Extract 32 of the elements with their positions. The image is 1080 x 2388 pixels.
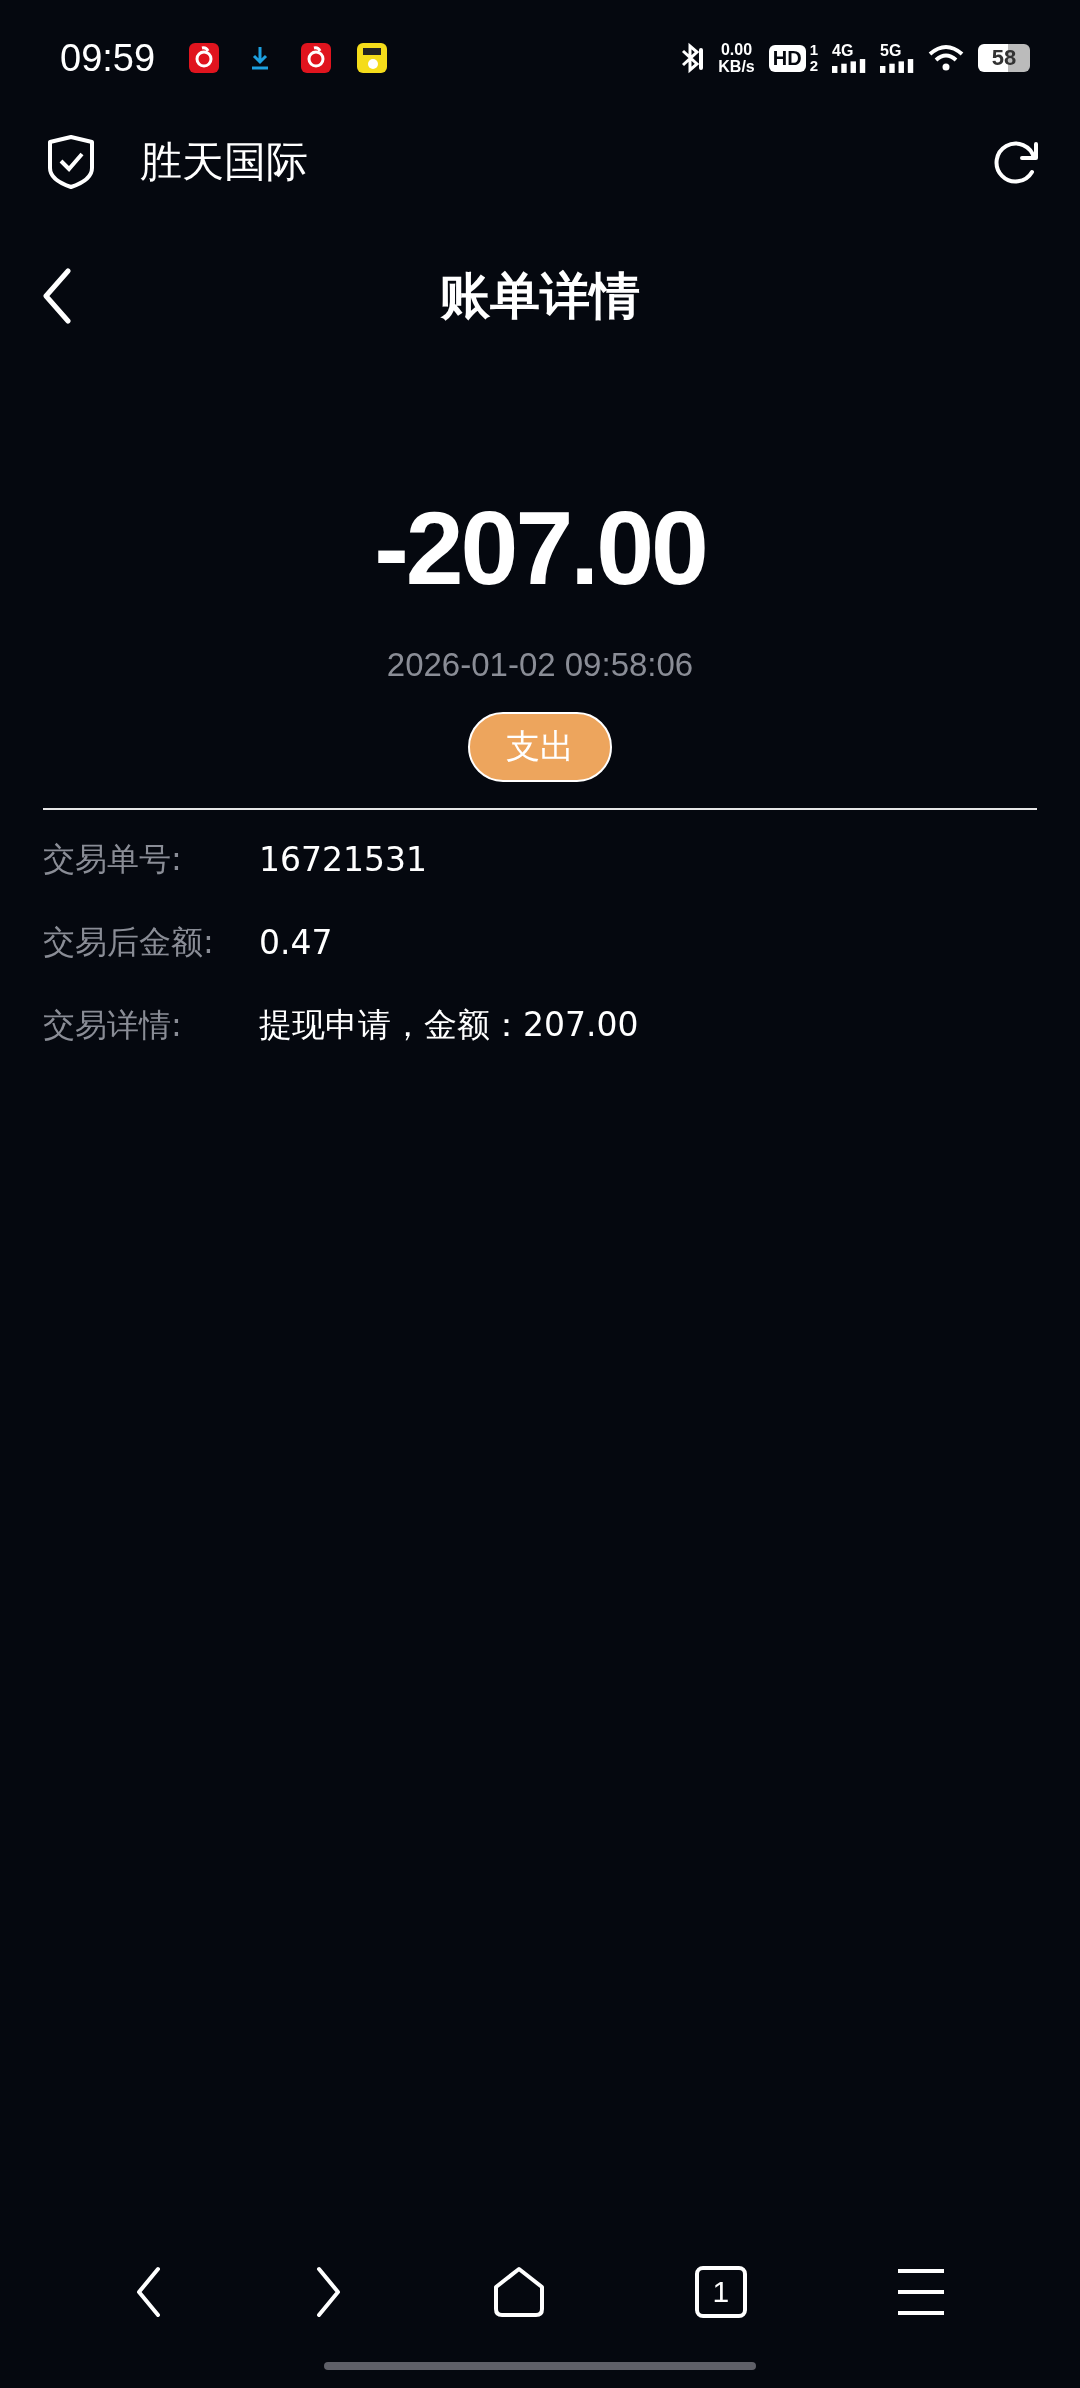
bill-amount: -207.00 (374, 489, 706, 608)
detail-label: 交易后金额: (43, 921, 215, 963)
network-type: 4G (832, 43, 854, 59)
hd-badge: HD (768, 44, 806, 72)
tabs-button[interactable]: 1 (694, 2266, 747, 2318)
shield-check-icon[interactable] (46, 134, 96, 190)
wifi-icon (928, 44, 964, 72)
sim-number: 2 (809, 58, 818, 74)
sim-number: 1 (809, 42, 818, 58)
back-icon[interactable] (42, 268, 72, 324)
video-app-icon (357, 43, 388, 73)
bluetooth-icon (680, 42, 705, 74)
status-time: 09:59 (60, 36, 156, 80)
signal-icon (832, 59, 866, 73)
menu-icon[interactable] (895, 2267, 946, 2317)
speed-unit: KB/s (718, 58, 755, 75)
site-title: 胜天国际 (140, 136, 309, 188)
page-title: 账单详情 (440, 265, 640, 327)
detail-value: 提现申请，金额：207.00 (259, 1004, 639, 1046)
bill-time: 2026-01-02 09:58:06 (386, 646, 694, 684)
detail-value: 16721531 (259, 840, 427, 879)
music-app-icon (189, 43, 220, 73)
detail-value: 0.47 (259, 923, 333, 962)
speed-value: 0.00 (720, 41, 753, 58)
music-app-icon (301, 43, 332, 73)
detail-label: 交易单号: (43, 838, 183, 880)
type-tag: 支出 (468, 712, 612, 782)
battery-icon: 58 (978, 44, 1030, 72)
home-icon[interactable] (492, 2265, 546, 2319)
detail-label: 交易详情: (43, 1004, 183, 1046)
signal-icon (880, 59, 914, 73)
network-type: 5G (880, 43, 902, 59)
